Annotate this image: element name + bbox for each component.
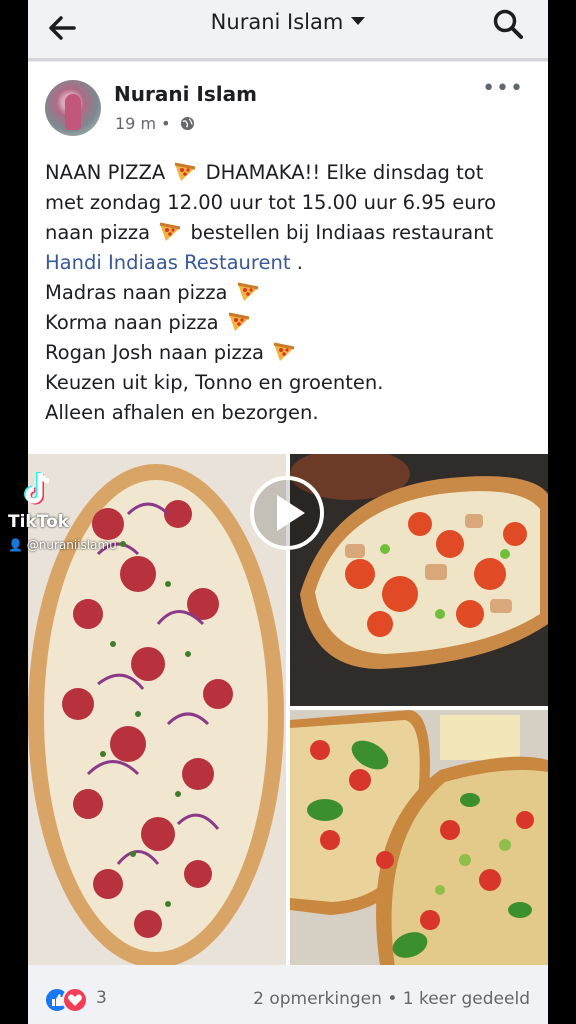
restaurant-link[interactable]: Handi Indiaas Restaurent: [45, 251, 291, 274]
text-line: bestellen bij Indiaas restaurant: [190, 221, 494, 244]
comments-shares[interactable]: 2 opmerkingen • 1 keer gedeeld: [253, 989, 530, 1009]
top-bar: Nurani Islam: [28, 0, 548, 61]
post-footer: 3 2 opmerkingen • 1 keer gedeeld: [28, 965, 548, 1024]
caret-down-icon: [351, 17, 366, 25]
pizza-emoji-icon: [159, 222, 181, 241]
post-meta: 19 m •: [115, 114, 195, 133]
pizza-emoji-icon: [228, 312, 250, 331]
photo-chicken-naan-pizza[interactable]: [290, 454, 548, 706]
tiktok-label: TikTok: [8, 512, 70, 532]
text-line: Rogan Josh naan pizza: [45, 341, 264, 364]
reaction-count: 3: [96, 988, 107, 1008]
pizza-emoji-icon: [273, 342, 295, 361]
text-line: Korma naan pizza: [45, 311, 219, 334]
play-button[interactable]: [250, 476, 324, 550]
page-title-dropdown[interactable]: Nurani Islam: [28, 10, 548, 34]
photo-vegetable-naan-pizza[interactable]: [290, 710, 548, 971]
page-title: Nurani Islam: [210, 10, 344, 34]
text-line: Keuzen uit kip, Tonno en groenten.: [45, 371, 384, 394]
more-options-icon[interactable]: •••: [482, 76, 524, 101]
play-icon: [277, 495, 305, 531]
tiktok-logo-icon: [24, 472, 50, 505]
pizza-emoji-icon: [175, 162, 196, 181]
text-line: met zondag 12.00 uur tot 15.00 uur 6.95 …: [45, 191, 497, 214]
love-reaction-icon: [62, 987, 88, 1013]
text-line: DHAMAKA!! Elke dinsdag tot: [205, 161, 484, 184]
post-time[interactable]: 19 m: [115, 114, 156, 133]
tiktok-username: 👤 @nuraniislamu: [8, 538, 117, 552]
avatar[interactable]: [45, 80, 101, 136]
post-text: NAAN PIZZA DHAMAKA!! Elke dinsdag tot me…: [45, 158, 535, 428]
text-line: NAAN PIZZA: [45, 161, 166, 184]
text-line: Madras naan pizza: [45, 281, 228, 304]
text-line: naan pizza: [45, 221, 151, 244]
text-line: Alleen afhalen en bezorgen.: [45, 401, 319, 424]
tiktok-username-text: @nuraniislamu: [26, 538, 117, 552]
author-name[interactable]: Nurani Islam: [114, 82, 257, 106]
meta-separator: •: [161, 114, 171, 133]
tiktok-watermark: TikTok 👤 @nuraniislamu: [8, 470, 128, 560]
globe-icon: [180, 116, 194, 131]
search-icon[interactable]: [490, 6, 526, 42]
text-line: .: [290, 251, 303, 274]
pizza-emoji-icon: [237, 282, 259, 301]
user-icon: 👤: [8, 538, 23, 552]
